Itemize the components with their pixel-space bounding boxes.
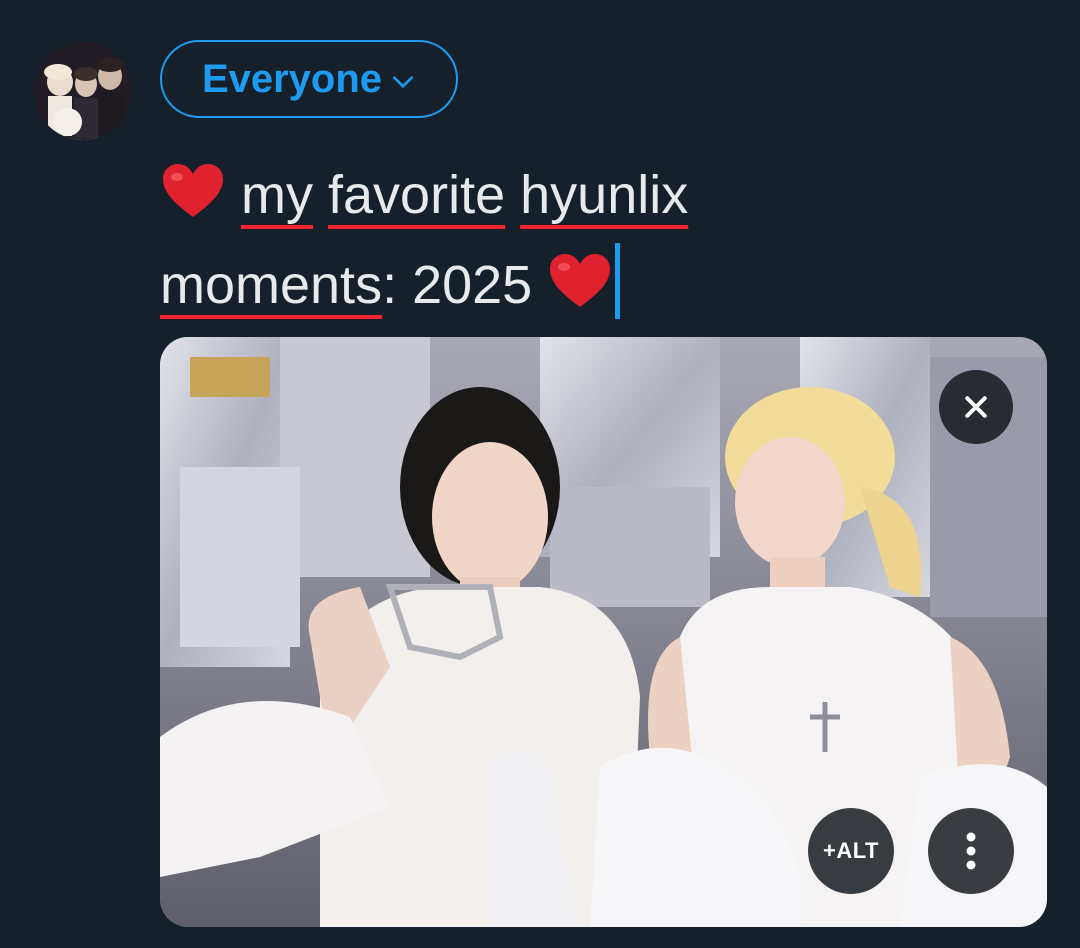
heart-emoji-icon <box>550 254 611 307</box>
text-segment: : 2025 <box>382 255 533 315</box>
text-word: favorite <box>328 165 506 225</box>
heart-emoji-icon <box>163 164 223 217</box>
remove-media-button[interactable] <box>939 370 1013 444</box>
tweet-text-input[interactable]: my favorite hyunlix moments: 2025 <box>160 150 920 330</box>
alt-button-label: +ALT <box>823 838 879 863</box>
tweet-composer: Everyone my favorite hyunlix moments: 20… <box>0 0 1080 948</box>
text-word: my <box>241 165 313 225</box>
attached-photo[interactable] <box>160 337 1047 927</box>
add-alt-text-button[interactable]: +ALT <box>808 808 894 894</box>
audience-selector-button[interactable]: Everyone <box>160 40 458 118</box>
text-cursor <box>615 243 621 319</box>
photo-content <box>160 337 1047 927</box>
chevron-down-icon <box>393 76 414 88</box>
media-more-options-button[interactable] <box>928 808 1014 894</box>
avatar[interactable] <box>34 42 132 140</box>
avatar-image <box>34 42 132 140</box>
text-word: moments <box>160 255 383 315</box>
more-vertical-icon <box>966 832 976 870</box>
text-word: hyunlix <box>520 165 689 225</box>
audience-label: Everyone <box>201 56 383 101</box>
close-icon <box>965 396 987 418</box>
